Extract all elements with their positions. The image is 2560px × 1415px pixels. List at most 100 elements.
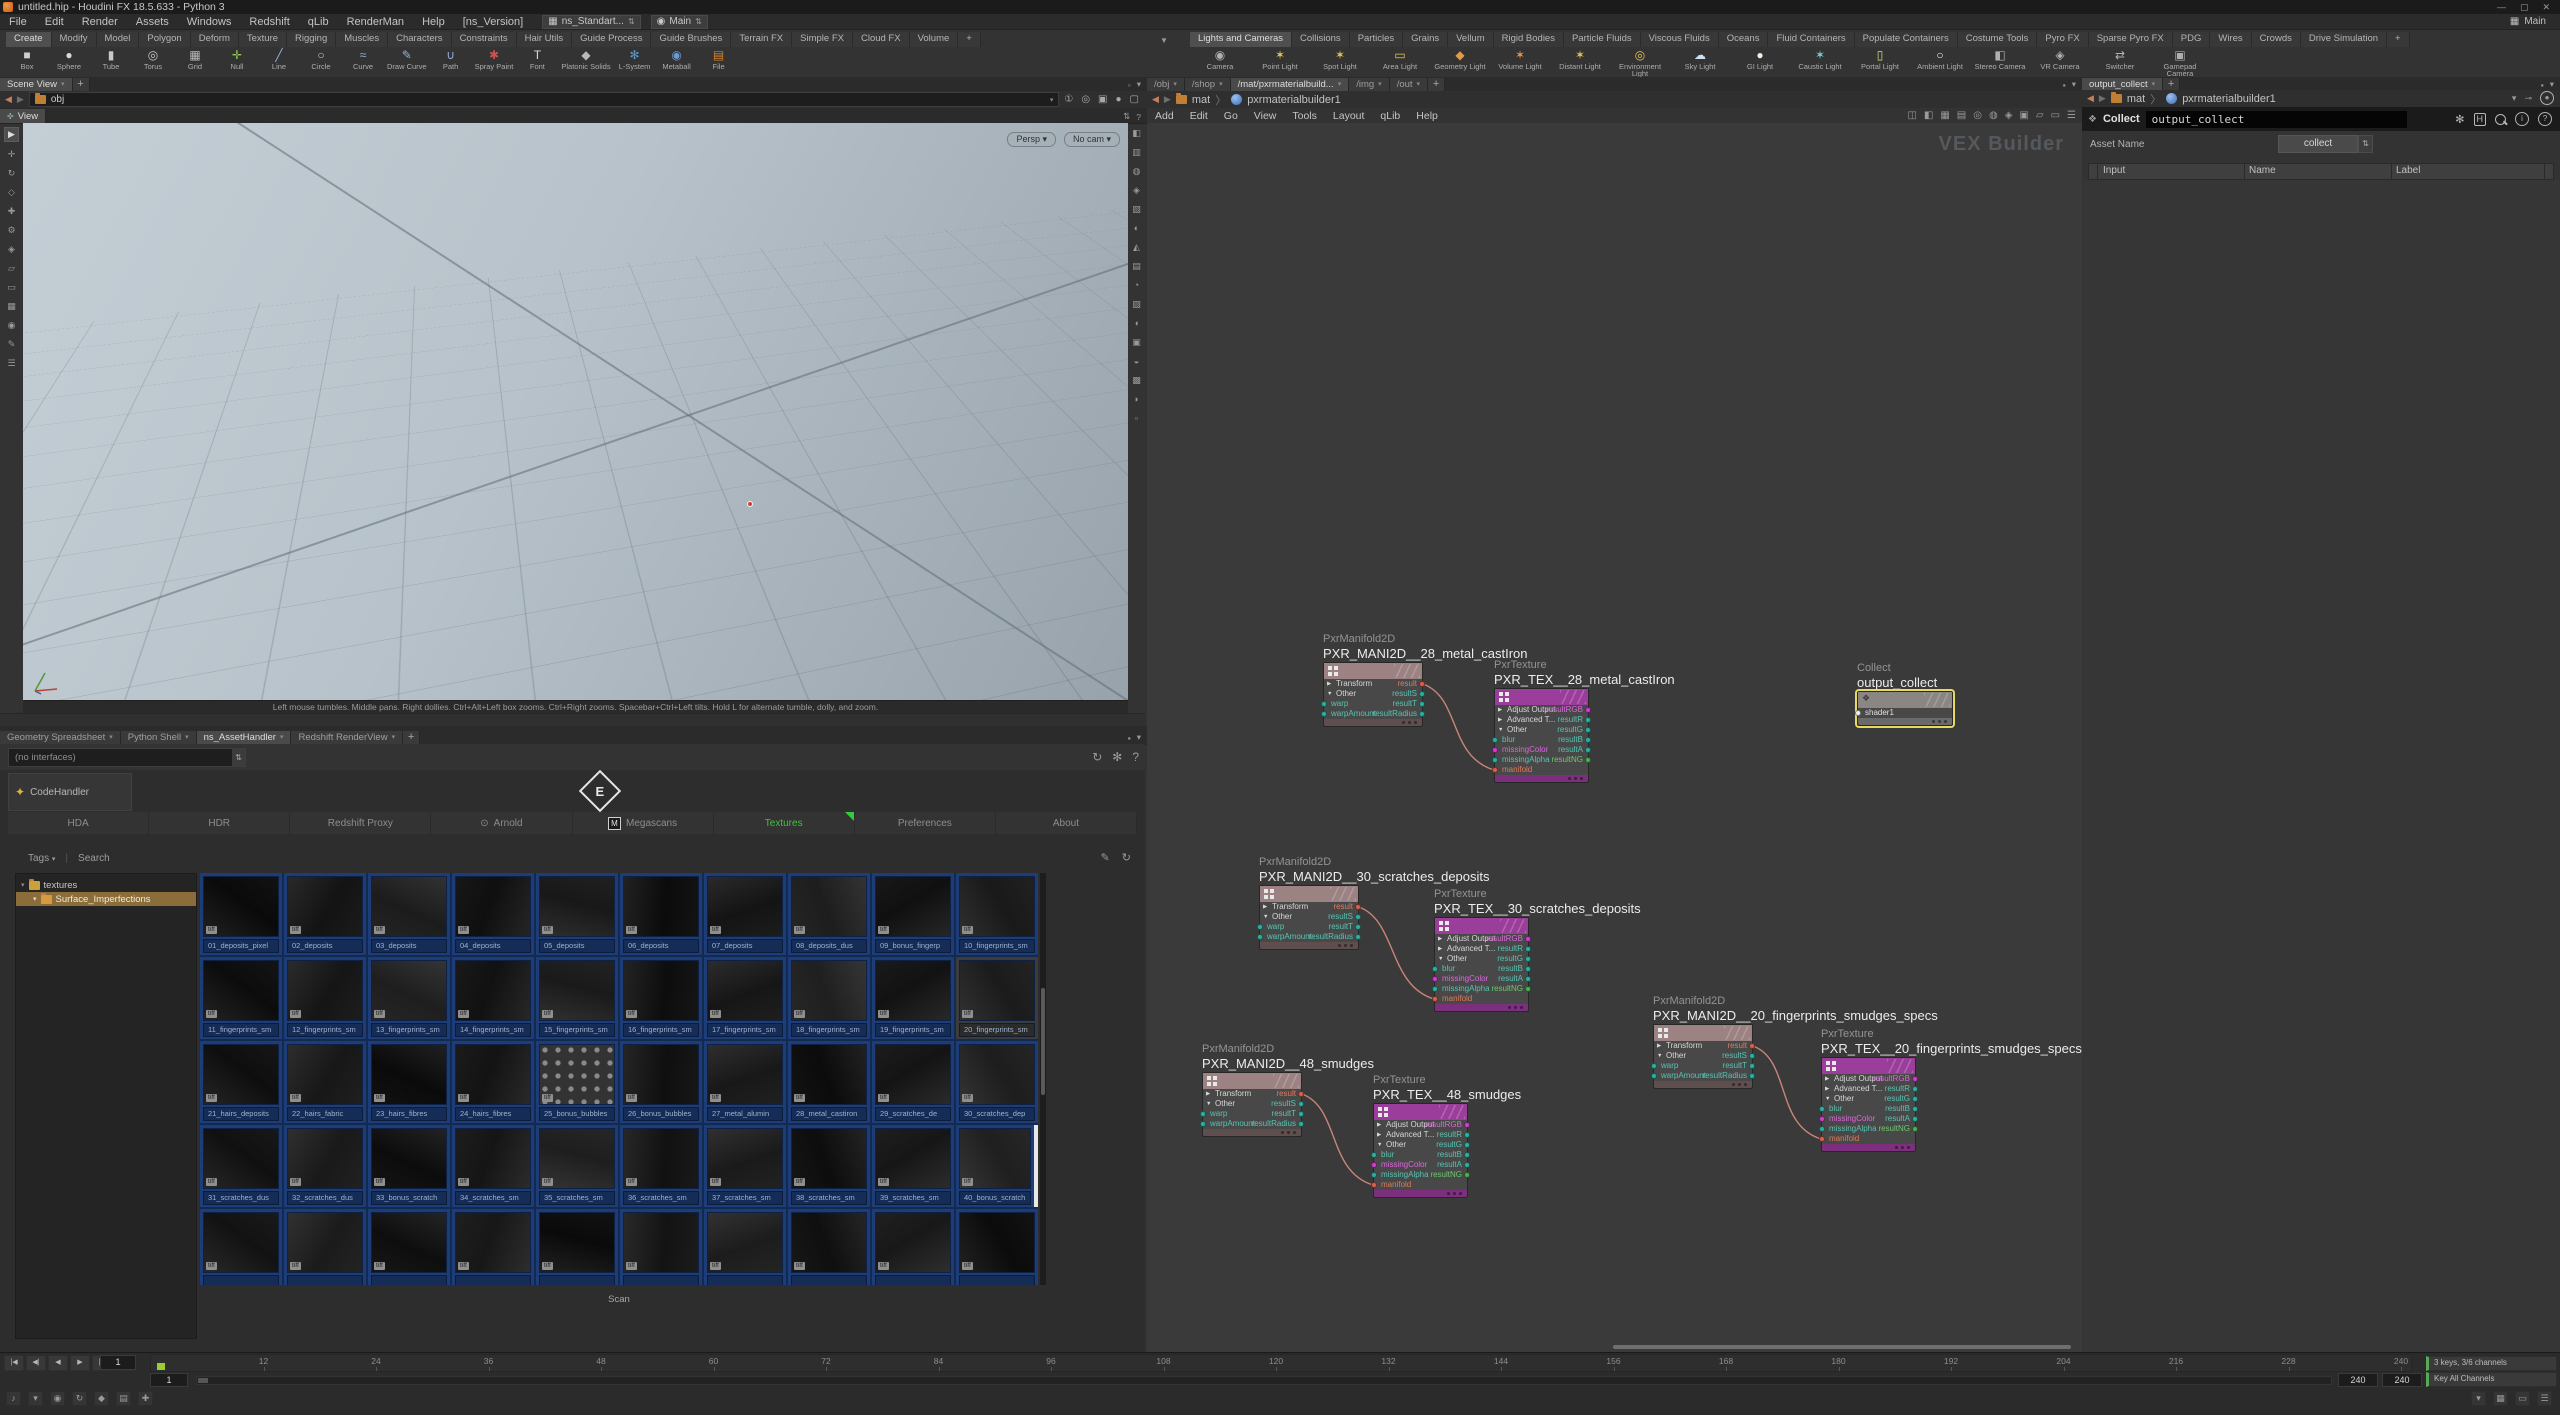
shelf-tab-constraints[interactable]: Constraints bbox=[452, 32, 517, 47]
add-tab-button[interactable]: + bbox=[73, 78, 90, 91]
texture-item-42[interactable]: tiff bbox=[284, 1209, 366, 1285]
output-port[interactable] bbox=[1749, 1043, 1755, 1049]
highquality-toggle-icon[interactable]: ◈ bbox=[1130, 184, 1143, 197]
gear-icon[interactable]: ✻ bbox=[1112, 750, 1122, 764]
output-port[interactable] bbox=[1525, 956, 1531, 962]
output-port[interactable] bbox=[1355, 934, 1361, 940]
output-port[interactable] bbox=[1912, 1126, 1918, 1132]
tool-file[interactable]: ▤File bbox=[698, 48, 740, 77]
shelf-tab-deform[interactable]: Deform bbox=[191, 32, 239, 47]
shelf-tab-polygon[interactable]: Polygon bbox=[139, 32, 190, 47]
menu-redshift[interactable]: Redshift bbox=[240, 16, 298, 28]
input-port[interactable] bbox=[1819, 1116, 1825, 1122]
param-row-transform[interactable]: ▶Transformresult bbox=[1203, 1089, 1301, 1099]
param-row-missingcolor[interactable]: missingColorresultA bbox=[1374, 1160, 1467, 1170]
fold-arrow-icon[interactable]: ▼ bbox=[1654, 1051, 1666, 1061]
menu-ns-version[interactable]: [ns_Version] bbox=[454, 16, 533, 28]
fold-arrow-icon[interactable]: ▶ bbox=[1324, 679, 1336, 689]
minimap-icon[interactable]: ▭ bbox=[2051, 110, 2060, 121]
fold-arrow-icon[interactable]: ▼ bbox=[1324, 689, 1336, 699]
node-flag-dot[interactable] bbox=[1287, 1131, 1290, 1134]
tool-draw-curve[interactable]: ✎Draw Curve bbox=[384, 48, 430, 77]
spinner-icon[interactable]: ⇅ bbox=[2358, 135, 2373, 153]
texture-item-44[interactable]: tiff bbox=[452, 1209, 534, 1285]
texture-item-28[interactable]: tiff28_metal_castiron bbox=[788, 1041, 870, 1123]
node-flag-dot[interactable] bbox=[1459, 1192, 1462, 1195]
snap-tool-icon[interactable]: ◈ bbox=[5, 243, 18, 256]
node-flag-dot[interactable] bbox=[1281, 1131, 1284, 1134]
key-all-channels-button[interactable]: Key All Channels bbox=[2426, 1372, 2557, 1387]
node-pxr-tex-48-smudges[interactable]: PxrTexturePXR_TEX__48_smudges▶Adjust Out… bbox=[1373, 1074, 1468, 1198]
forward-icon[interactable]: ▶ bbox=[2099, 93, 2106, 104]
texture-item-48[interactable]: tiff bbox=[788, 1209, 870, 1285]
node-wire[interactable] bbox=[1423, 684, 1494, 770]
snapshot-icon[interactable]: ◒ bbox=[1130, 355, 1143, 368]
render-region-icon[interactable]: ▭ bbox=[5, 281, 18, 294]
tool-grid[interactable]: ▦Grid bbox=[174, 48, 216, 77]
houdini-badge-icon[interactable]: H bbox=[2474, 113, 2487, 126]
menu-render[interactable]: Render bbox=[73, 16, 127, 28]
texture-item-27[interactable]: tiff27_metal_alumin bbox=[704, 1041, 786, 1123]
input-port[interactable] bbox=[1432, 966, 1438, 972]
close-button[interactable]: ✕ bbox=[2542, 2, 2550, 13]
tool-sky-light[interactable]: ☁Sky Light bbox=[1670, 48, 1730, 77]
shelf-tab-grains[interactable]: Grains bbox=[1403, 32, 1448, 47]
node-flag-dot[interactable] bbox=[1738, 1083, 1741, 1086]
scoped-channels-icon[interactable]: ▤ bbox=[116, 1391, 131, 1406]
fold-arrow-icon[interactable]: ▼ bbox=[1374, 1140, 1386, 1150]
node-pxr-mani2d-28-metal-castiron[interactable]: PxrManifold2DPXR_MANI2D__28_metal_castIr… bbox=[1323, 633, 1423, 727]
grid-snap-icon[interactable]: ▦ bbox=[1940, 110, 1949, 121]
shelf-tab-collisions[interactable]: Collisions bbox=[1292, 32, 1350, 47]
node-body[interactable]: ▶Adjust OutputresultRGB▶Advanced T...res… bbox=[1494, 688, 1589, 783]
desktop-main-dropdown[interactable]: Main bbox=[2524, 16, 2546, 27]
node-header[interactable] bbox=[1203, 1073, 1301, 1089]
node-flag-dot[interactable] bbox=[1508, 1006, 1511, 1009]
breadcrumb-node[interactable]: pxrmaterialbuilder1 bbox=[2182, 93, 2276, 105]
param-row-adjust-output[interactable]: ▶Adjust OutputresultRGB bbox=[1374, 1120, 1467, 1130]
tool-gamepad-camera[interactable]: ▣Gamepad Camera bbox=[2150, 48, 2210, 77]
tool-spray-paint[interactable]: ✱Spray Paint bbox=[472, 48, 517, 77]
shelf-tab-rigid-bodies[interactable]: Rigid Bodies bbox=[1494, 32, 1564, 47]
tree-item-surface-imperfections[interactable]: ▾Surface_Imperfections bbox=[16, 892, 196, 906]
param-row-other[interactable]: ▼OtherresultS bbox=[1324, 689, 1422, 699]
tab-scene-view[interactable]: Scene View▾ bbox=[0, 78, 73, 91]
shelf-tab-pyro-fx[interactable]: Pyro FX bbox=[2037, 32, 2088, 47]
point-display-icon[interactable]: ● bbox=[1116, 94, 1122, 105]
fold-arrow-icon[interactable]: ▼ bbox=[1822, 1094, 1834, 1104]
refresh-icon[interactable]: ↻ bbox=[1092, 750, 1102, 764]
pane-split-icon[interactable]: ▪ bbox=[2541, 80, 2544, 90]
output-port[interactable] bbox=[1912, 1096, 1918, 1102]
chevron-down-icon[interactable]: ▾ bbox=[392, 731, 396, 744]
output-port[interactable] bbox=[1419, 681, 1425, 687]
pane-menu-icon[interactable]: ▾ bbox=[2550, 79, 2554, 90]
wireframe-mode-icon[interactable]: ▥ bbox=[1130, 146, 1143, 159]
playbar-options-icon[interactable]: ☰ bbox=[2537, 1391, 2552, 1406]
tags-dropdown[interactable]: Tags ▾ bbox=[28, 853, 55, 864]
gear-icon[interactable]: ✻ bbox=[2455, 113, 2464, 126]
add-shelf-tab-button[interactable]: + bbox=[2387, 32, 2410, 47]
jump-start-button[interactable]: |◀ bbox=[4, 1355, 24, 1371]
param-row-warpamount[interactable]: warpAmountresultRadius bbox=[1203, 1119, 1301, 1129]
node-body[interactable]: ▶Adjust OutputresultRGB▶Advanced T...res… bbox=[1821, 1057, 1916, 1152]
node-name-field[interactable]: output_collect bbox=[2146, 111, 2407, 128]
chevron-down-icon[interactable]: ▾ bbox=[280, 731, 284, 744]
param-row-missingalpha[interactable]: missingAlpharesultNG bbox=[1374, 1170, 1467, 1180]
param-row-missingalpha[interactable]: missingAlpharesultNG bbox=[1435, 984, 1528, 994]
input-port[interactable] bbox=[1432, 986, 1438, 992]
node-flag-dot[interactable] bbox=[1514, 1006, 1517, 1009]
shelf-tab-hair-utils[interactable]: Hair Utils bbox=[517, 32, 573, 47]
param-row-warp[interactable]: warpresultT bbox=[1654, 1061, 1752, 1071]
expander-icon[interactable]: ▾ bbox=[33, 895, 37, 903]
output-port[interactable] bbox=[1525, 936, 1531, 942]
desktop-dropdown[interactable]: ▦ ns_Standart... ⇅ bbox=[542, 15, 640, 29]
output-port[interactable] bbox=[1585, 707, 1591, 713]
param-row-warpamount[interactable]: warpAmountresultRadius bbox=[1654, 1071, 1752, 1081]
fold-arrow-icon[interactable]: ▼ bbox=[1203, 1099, 1215, 1109]
node-flag-dot[interactable] bbox=[1293, 1131, 1296, 1134]
output-port[interactable] bbox=[1749, 1063, 1755, 1069]
texture-item-32[interactable]: tiff32_scratches_dus bbox=[284, 1125, 366, 1207]
audio-toggle-icon[interactable]: ♪ bbox=[6, 1391, 21, 1406]
back-icon[interactable]: ◀ bbox=[1152, 94, 1159, 105]
node-output-collect[interactable]: Collectoutput_collect❖shader1 bbox=[1857, 662, 1953, 726]
node-flag-dot[interactable] bbox=[1414, 721, 1417, 724]
